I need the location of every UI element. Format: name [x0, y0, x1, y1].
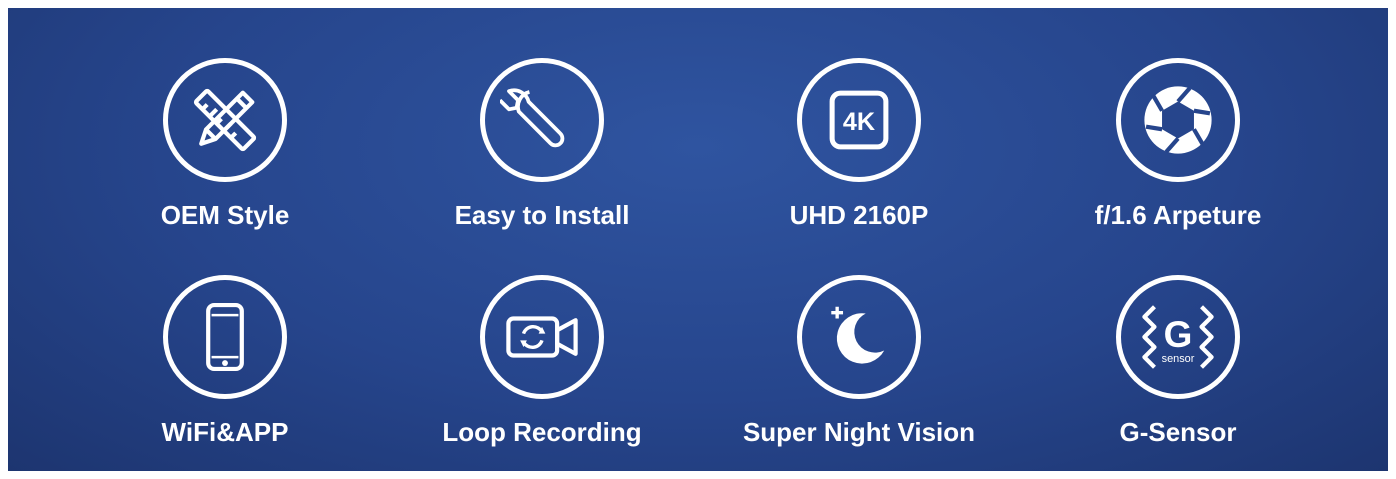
feature-label: f/1.6 Arpeture: [1094, 200, 1262, 230]
feature-loop-recording: Loop Recording: [392, 275, 692, 447]
feature-label: UHD 2160P: [789, 200, 929, 230]
feature-aperture: f/1.6 Arpeture: [1028, 58, 1328, 230]
feature-label: Easy to Install: [454, 200, 630, 230]
feature-easy-install: Easy to Install: [392, 58, 692, 230]
loop-camera-icon: [480, 275, 604, 399]
feature-g-sensor: G sensor G-Sensor: [1028, 275, 1328, 447]
pencil-ruler-icon: [163, 58, 287, 182]
g-sensor-icon: G sensor: [1116, 275, 1240, 399]
smartphone-icon: [163, 275, 287, 399]
features-banner: OEM Style Easy to Install 4K UHD 2160P f…: [8, 8, 1388, 471]
feature-oem-style: OEM Style: [75, 58, 375, 230]
feature-uhd: 4K UHD 2160P: [709, 58, 1009, 230]
feature-label: Loop Recording: [442, 417, 642, 447]
feature-label: Super Night Vision: [742, 417, 976, 447]
4k-icon-text: 4K: [843, 108, 875, 136]
aperture-icon: [1116, 58, 1240, 182]
feature-night-vision: Super Night Vision: [709, 275, 1009, 447]
feature-label: WiFi&APP: [161, 417, 289, 447]
g-sensor-icon-text: G: [1164, 314, 1193, 355]
feature-label: OEM Style: [160, 200, 290, 230]
wrench-icon: [480, 58, 604, 182]
g-sensor-icon-subtext: sensor: [1162, 353, 1195, 365]
feature-label: G-Sensor: [1119, 417, 1237, 447]
moon-stars-icon: [797, 275, 921, 399]
feature-wifi-app: WiFi&APP: [75, 275, 375, 447]
4k-icon: 4K: [797, 58, 921, 182]
